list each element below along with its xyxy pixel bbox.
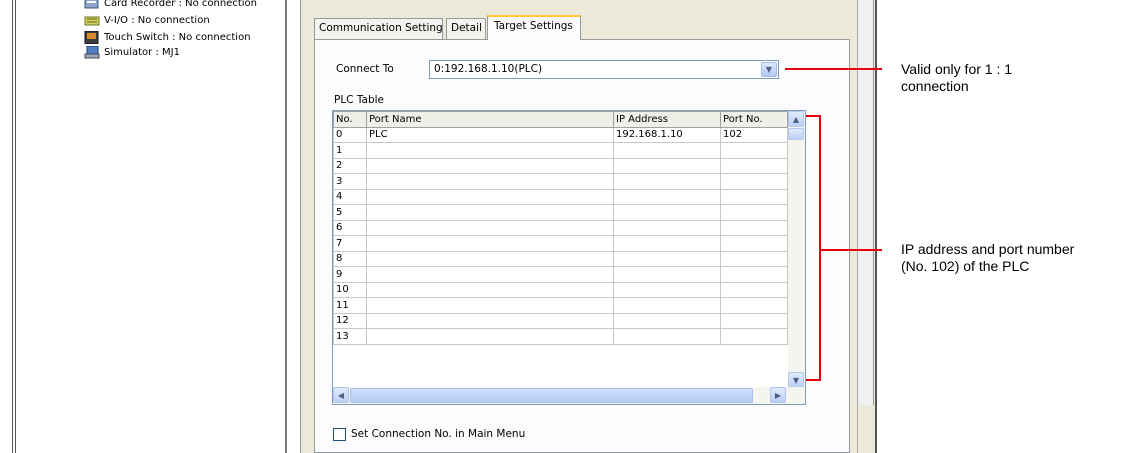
tab-label: Target Settings — [494, 20, 573, 32]
connect-to-annotation: Valid only for 1 : 1 connection — [901, 61, 1012, 95]
tab-target-settings[interactable]: Target Settings — [487, 15, 581, 40]
annotation-text: IP address and port number — [901, 241, 1075, 257]
plc-table-annotation: IP address and port number (No. 102) of … — [901, 241, 1074, 275]
plc-table-bracket — [806, 115, 821, 381]
annotation-text: (No. 102) of the PLC — [901, 258, 1030, 274]
annotation-text: connection — [901, 78, 969, 94]
annotation-text: Valid only for 1 : 1 — [901, 61, 1013, 77]
